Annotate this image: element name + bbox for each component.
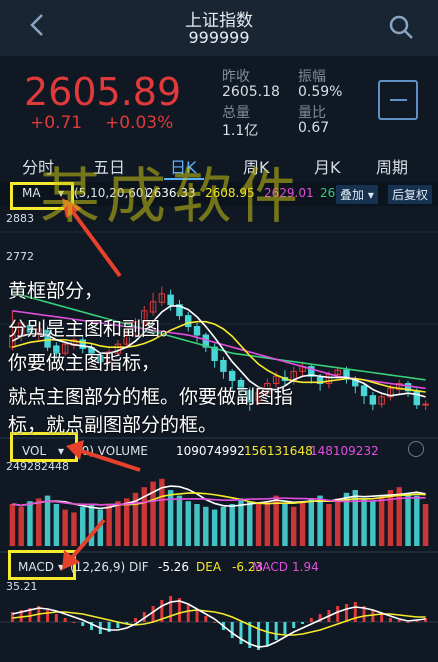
arrow-head [66,440,84,460]
annotation-line-4: 就点主图部分的框。你要做副图指 [8,386,294,408]
arrow-to-vol-indicator [77,448,141,472]
annotation-line-2: 分别是主图和副图。 [8,318,180,340]
arrow-to-macd-indicator [68,518,106,562]
annotation-line-1: 黄框部分， [8,280,104,302]
annotation-line-5: 标，就点副图部分的框。 [8,414,218,436]
annotation-line-3: 你要做主图指标， [8,352,161,374]
watermark-text: 某成软件 [40,162,304,232]
